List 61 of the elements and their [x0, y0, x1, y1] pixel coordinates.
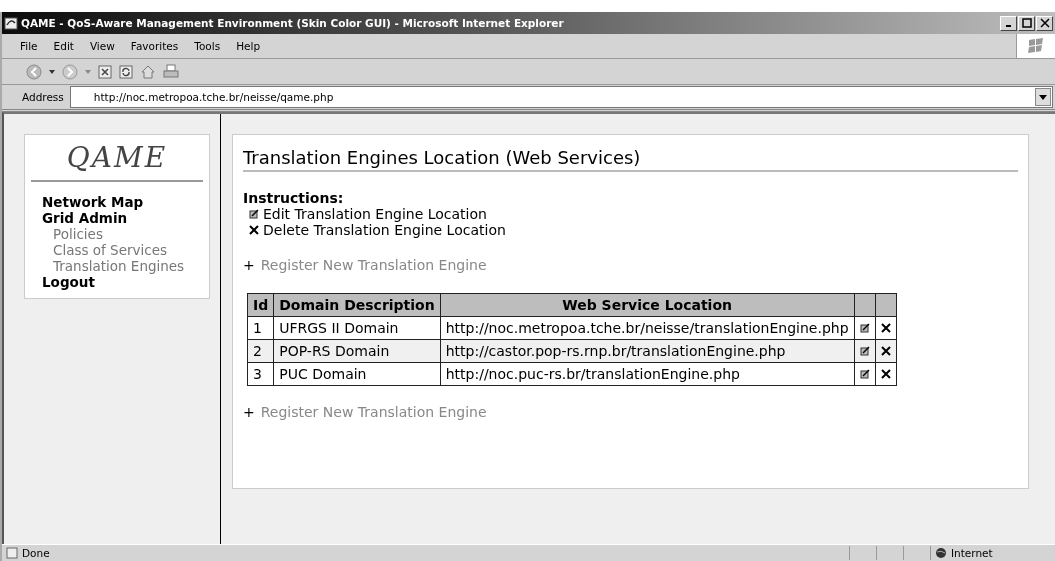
- printer-icon[interactable]: [163, 63, 179, 80]
- delete-icon[interactable]: [880, 323, 891, 333]
- dropdown-icon[interactable]: [49, 69, 55, 74]
- menu-item[interactable]: Edit: [53, 40, 74, 52]
- minimize-icon: [1006, 25, 1011, 27]
- table-cell: http://noc.puc-rs.br/translationEngine.php: [440, 362, 855, 386]
- menu-item[interactable]: View: [89, 40, 115, 52]
- nav-link[interactable]: Translation Engines: [42, 258, 203, 274]
- nav-link[interactable]: Policies: [42, 226, 203, 242]
- table-cell: http://castor.pop-rs.rnp.br/translationEngine.php: [440, 339, 855, 363]
- close-button[interactable]: [1036, 15, 1053, 31]
- stop-icon[interactable]: [98, 64, 112, 79]
- plus-icon: +: [243, 404, 255, 420]
- table-cell: 3: [247, 362, 274, 386]
- column-header: Domain Description: [273, 293, 441, 317]
- table-cell: POP-RS Domain: [273, 339, 441, 363]
- page-title: Translation Engines Location (Web Services): [243, 147, 1018, 172]
- delete-icon[interactable]: [880, 346, 891, 356]
- column-header: Id: [247, 293, 274, 317]
- edit-icon[interactable]: [859, 323, 870, 333]
- delete-icon[interactable]: [880, 369, 891, 379]
- edit-icon[interactable]: [859, 369, 870, 379]
- edit-icon[interactable]: [859, 346, 870, 356]
- status-text: Done: [22, 547, 50, 559]
- minimize-button[interactable]: [1000, 15, 1017, 31]
- zone-label: Internet: [951, 547, 993, 559]
- page-icon: [6, 547, 18, 559]
- menu-item[interactable]: File: [20, 40, 38, 52]
- page-icon: [4, 16, 18, 30]
- address-field[interactable]: http://noc.metropoa.tche.br/neisse/qame.php: [69, 86, 1053, 108]
- nav-link[interactable]: Class of Services: [42, 242, 203, 258]
- column-header: Web Service Location: [440, 293, 855, 317]
- menu-item[interactable]: Tools: [194, 40, 221, 52]
- delete-icon: [249, 225, 259, 235]
- instruction-text: Delete Translation Engine Location: [263, 222, 506, 238]
- edit-icon: [249, 209, 259, 219]
- menu-item[interactable]: Help: [236, 40, 261, 52]
- table-cell: 2: [247, 339, 274, 363]
- nav-link[interactable]: Network Map: [42, 194, 203, 210]
- maximize-button[interactable]: [1018, 15, 1035, 31]
- menu-item[interactable]: Favorites: [130, 40, 179, 52]
- instructions-heading: Instructions:: [243, 190, 345, 206]
- table-cell: PUC Domain: [273, 362, 441, 386]
- home-icon[interactable]: [140, 63, 156, 80]
- close-icon: [1039, 18, 1050, 28]
- table-cell: 1: [247, 316, 274, 340]
- address-label: Address: [22, 91, 65, 103]
- maximize-icon: [1021, 18, 1032, 28]
- dropdown-button-icon[interactable]: [1035, 88, 1051, 106]
- register-link[interactable]: Register New Translation Engine: [260, 257, 487, 273]
- plus-icon: +: [243, 257, 255, 273]
- nav-link[interactable]: Logout: [42, 274, 203, 290]
- instruction-text: Edit Translation Engine Location: [263, 206, 487, 222]
- table-cell: http://noc.metropoa.tche.br/neisse/translationEngine.php: [440, 316, 855, 340]
- logo: QAME: [31, 141, 203, 182]
- refresh-icon[interactable]: [119, 64, 133, 79]
- register-link[interactable]: Register New Translation Engine: [260, 404, 487, 420]
- window-title: QAME - QoS-Aware Management Environment (Skin Color GUI) - Microsoft Internet Explorer: [21, 17, 564, 29]
- back-icon[interactable]: [26, 63, 42, 80]
- nav-link[interactable]: Grid Admin: [42, 210, 203, 226]
- table-cell: UFRGS II Domain: [273, 316, 441, 340]
